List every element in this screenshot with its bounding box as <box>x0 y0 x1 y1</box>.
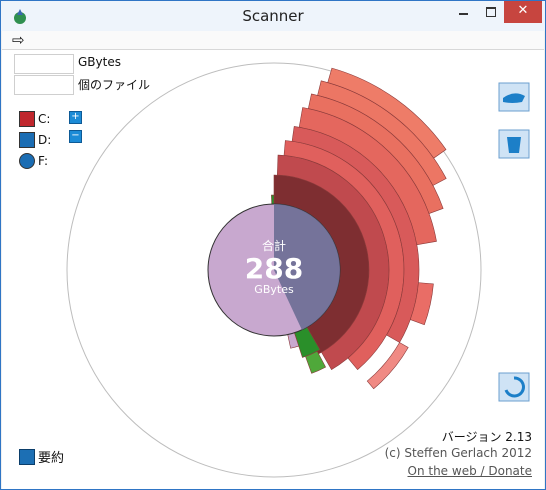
main-area: GBytes 個のファイル C: D: F: + − 合計 288 GBytes <box>2 50 544 489</box>
arrow-right-icon[interactable]: ⇨ <box>12 31 25 49</box>
app-window: Scanner ✕ ⇨ GBytes 個のファイル C: D: F: + − 合… <box>0 0 546 490</box>
minimize-button[interactable] <box>450 1 477 23</box>
summary-icon <box>19 448 35 465</box>
trash-icon <box>507 137 521 153</box>
version-label: バージョン 2.13 <box>441 430 532 444</box>
summary-label: 要約 <box>38 451 65 466</box>
refresh-button[interactable] <box>498 372 530 402</box>
web-donate-link[interactable]: On the web / Donate <box>408 464 533 478</box>
close-icon: ✕ <box>517 3 529 18</box>
total-label: 合計 <box>262 238 286 253</box>
total-unit: GBytes <box>254 283 294 296</box>
close-button[interactable]: ✕ <box>504 1 542 23</box>
scan-disk-button[interactable] <box>498 82 530 112</box>
total-value: 288 <box>245 252 303 285</box>
summary-item[interactable]: 要約 <box>19 447 64 466</box>
title-bar: Scanner ✕ <box>1 1 545 31</box>
copyright-label: (c) Steffen Gerlach 2012 <box>384 446 532 460</box>
delete-button[interactable] <box>498 129 530 159</box>
maximize-button[interactable] <box>477 1 504 23</box>
toolbar: ⇨ <box>2 31 544 50</box>
sunburst-chart: 合計 288 GBytes <box>66 62 482 478</box>
folder-segment[interactable] <box>271 194 275 205</box>
